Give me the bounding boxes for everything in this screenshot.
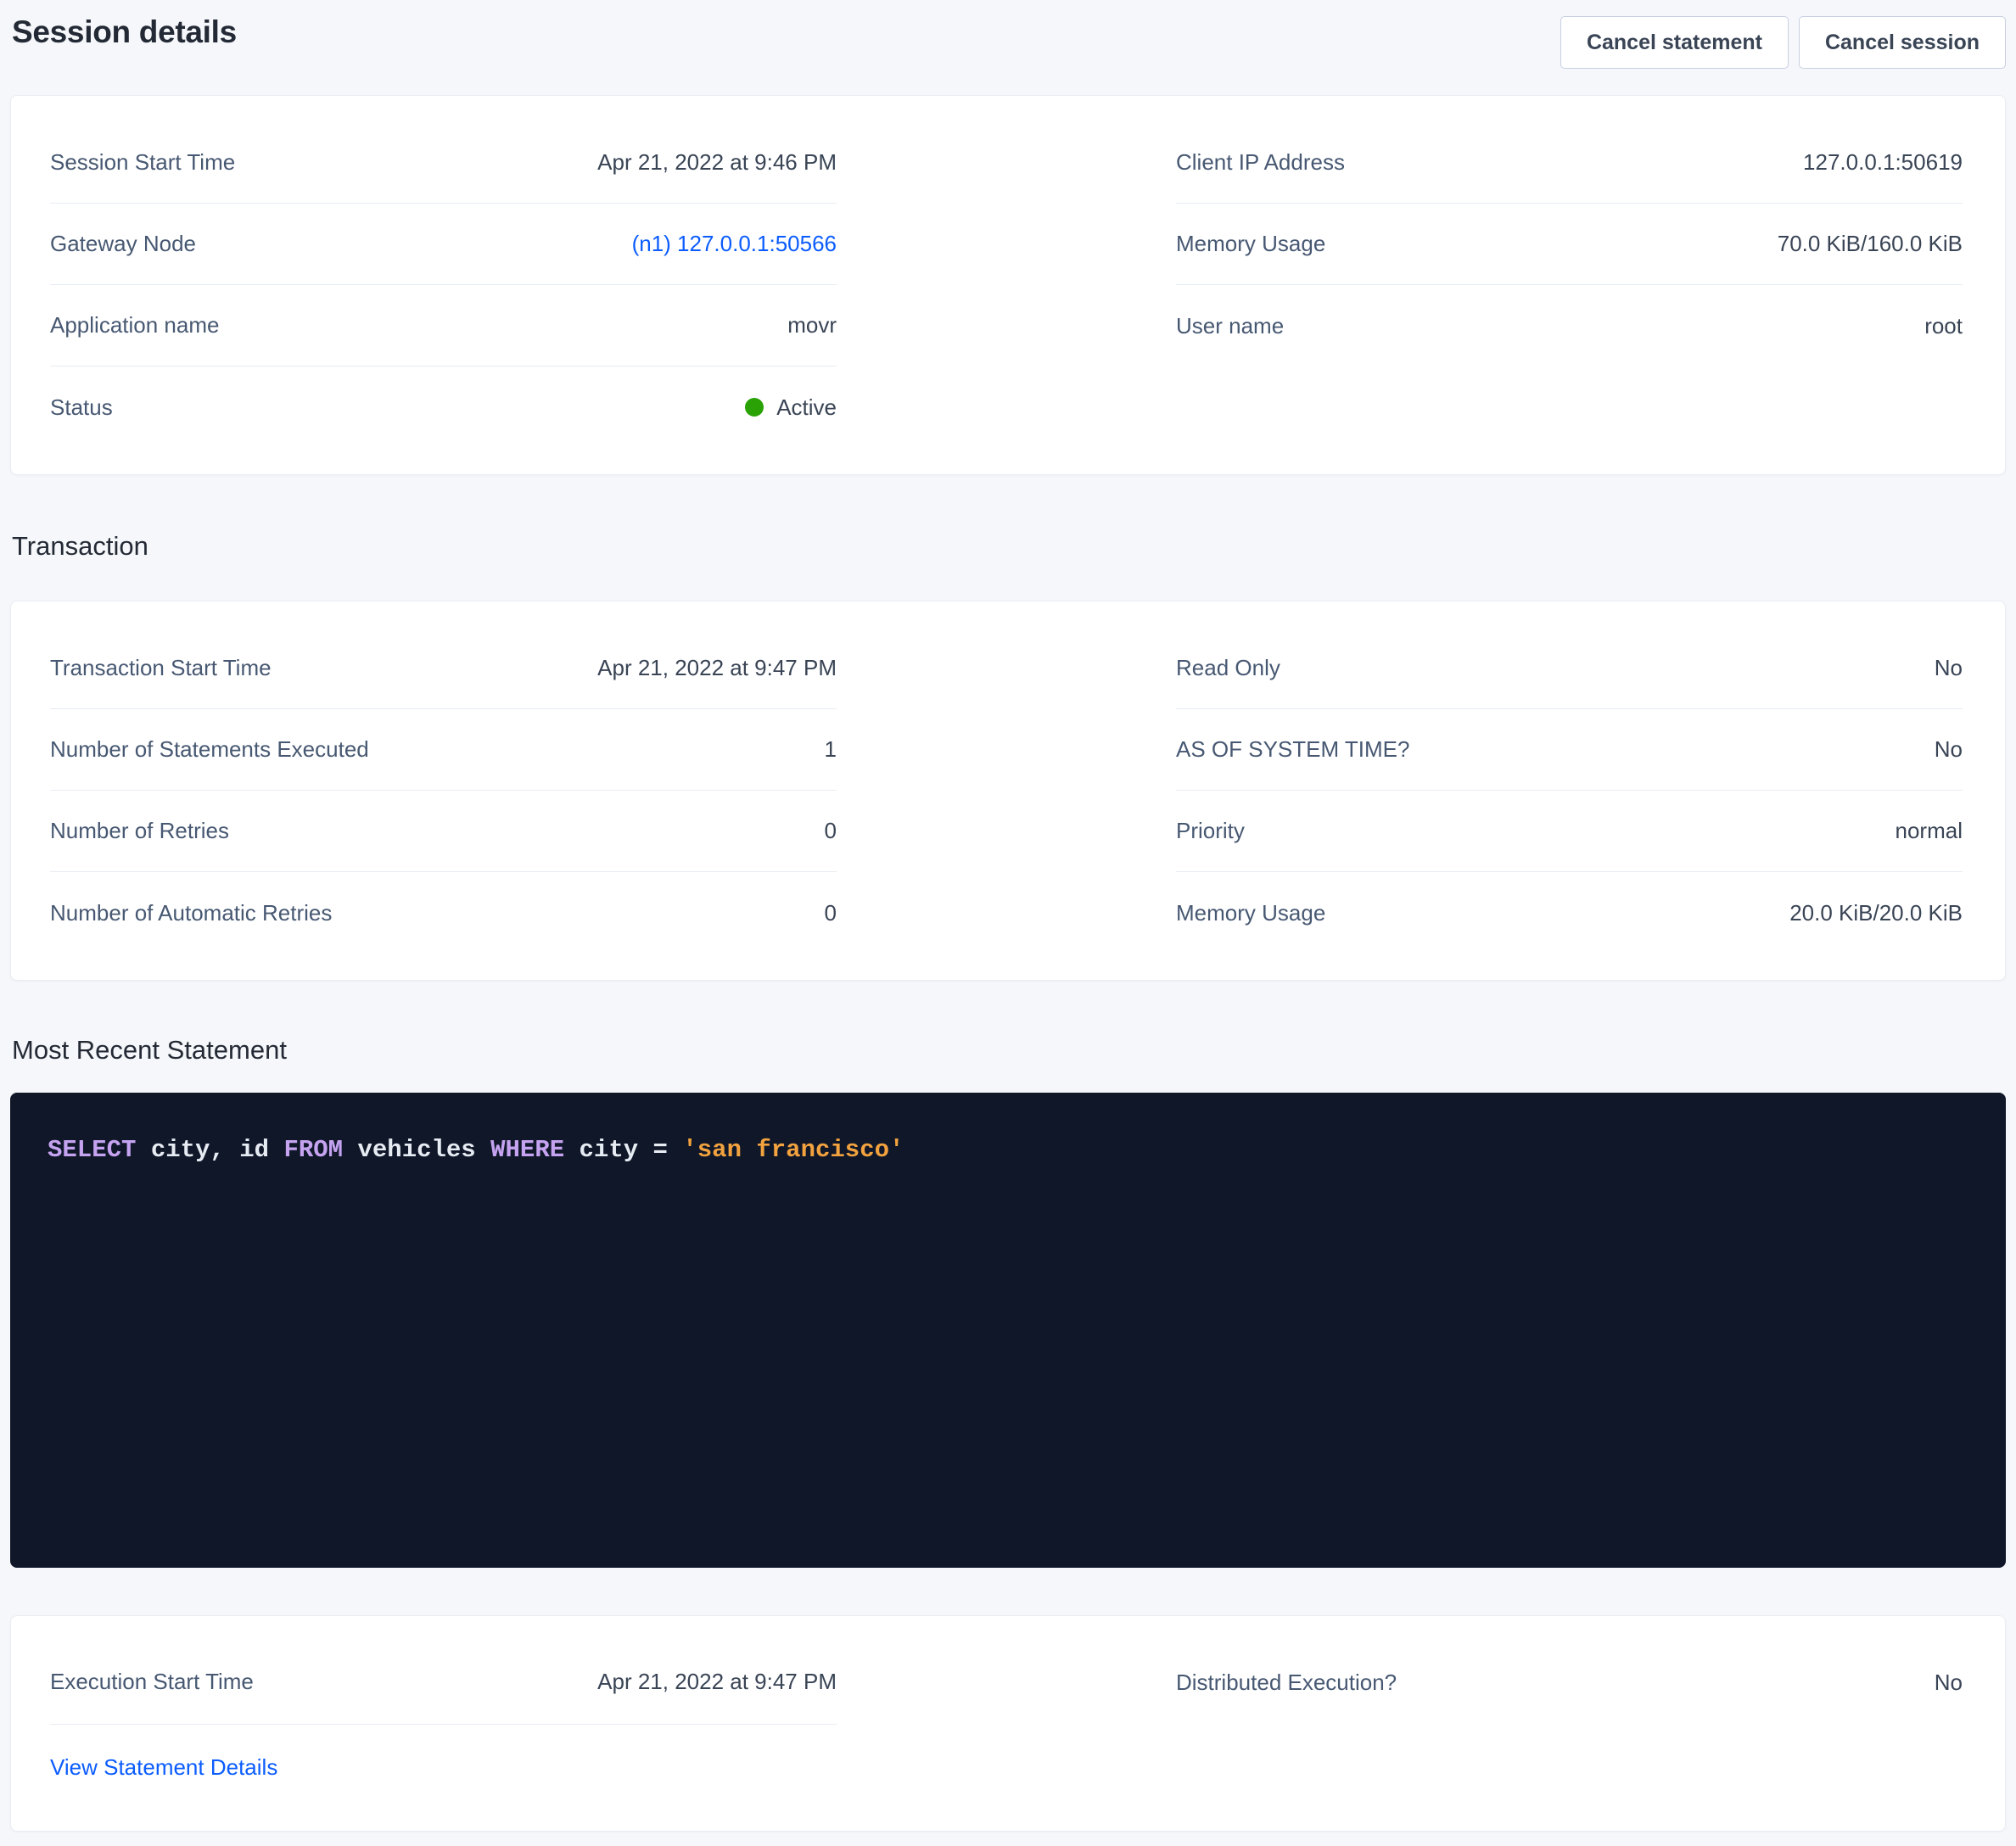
session-summary-right-column: Client IP Address 127.0.0.1:50619 Memory U… <box>1176 122 1963 448</box>
view-statement-details-link[interactable]: View Statement Details <box>50 1754 277 1781</box>
row-label: AS OF SYSTEM TIME? <box>1176 736 1409 763</box>
detail-row: Status Active <box>50 366 837 448</box>
detail-row: Number of Retries 0 <box>50 791 837 872</box>
row-value: movr <box>787 312 837 338</box>
row-value: 70.0 KiB/160.0 KiB <box>1778 231 1963 257</box>
row-label: Client IP Address <box>1176 149 1345 176</box>
sql-token-string: 'san francisco' <box>682 1136 904 1164</box>
row-label: Memory Usage <box>1176 231 1325 257</box>
detail-row: Number of Statements Executed 1 <box>50 709 837 791</box>
sql-token-keyword: WHERE <box>490 1136 564 1164</box>
row-value: 1 <box>825 736 837 763</box>
detail-row: Client IP Address 127.0.0.1:50619 <box>1176 122 1963 204</box>
transaction-card: Transaction Start Time Apr 21, 2022 at 9:… <box>10 601 2006 981</box>
detail-row: Gateway Node (n1) 127.0.0.1:50566 <box>50 204 837 285</box>
row-value: 0 <box>825 900 837 926</box>
row-value: 20.0 KiB/20.0 KiB <box>1789 900 1963 926</box>
row-value: No <box>1935 655 1963 681</box>
transaction-heading: Transaction <box>12 529 2006 563</box>
page-title: Session details <box>12 12 237 53</box>
detail-row: Memory Usage 20.0 KiB/20.0 KiB <box>1176 872 1963 954</box>
session-details-page: Session details Cancel statement Cancel … <box>0 0 2016 1846</box>
session-summary-left-column: Session Start Time Apr 21, 2022 at 9:46 P… <box>50 122 837 448</box>
row-label: Number of Automatic Retries <box>50 900 332 926</box>
row-label: Distributed Execution? <box>1176 1670 1397 1696</box>
session-summary-grid: Session Start Time Apr 21, 2022 at 9:46 P… <box>11 96 2005 474</box>
detail-row: Transaction Start Time Apr 21, 2022 at 9:… <box>50 628 837 709</box>
execution-card: Execution Start Time Apr 21, 2022 at 9:4… <box>10 1615 2006 1832</box>
gateway-node-link[interactable]: (n1) 127.0.0.1:50566 <box>632 231 837 257</box>
detail-row: Session Start Time Apr 21, 2022 at 9:46 P… <box>50 122 837 204</box>
sql-token-keyword: SELECT <box>48 1136 136 1164</box>
session-summary-card: Session Start Time Apr 21, 2022 at 9:46 P… <box>10 95 2006 475</box>
row-value: Apr 21, 2022 at 9:47 PM <box>597 655 837 681</box>
transaction-left-column: Transaction Start Time Apr 21, 2022 at 9:… <box>50 628 837 954</box>
detail-row: Priority normal <box>1176 791 1963 872</box>
sql-statement: SELECT city, id FROM vehicles WHERE city… <box>48 1133 1968 1167</box>
sql-token-plain: vehicles <box>343 1136 490 1164</box>
detail-row: Read Only No <box>1176 628 1963 709</box>
row-label: Memory Usage <box>1176 900 1325 926</box>
row-label: Read Only <box>1176 655 1280 681</box>
cancel-statement-button[interactable]: Cancel statement <box>1560 16 1789 69</box>
session-status: Active <box>745 394 837 421</box>
row-value: root <box>1924 313 1963 339</box>
status-active-dot <box>745 398 764 417</box>
detail-row: User name root <box>1176 285 1963 366</box>
detail-row: Memory Usage 70.0 KiB/160.0 KiB <box>1176 204 1963 285</box>
view-statement-details-row: View Statement Details <box>50 1725 837 1810</box>
execution-left-column: Execution Start Time Apr 21, 2022 at 9:4… <box>50 1640 837 1810</box>
sql-token-plain: city = <box>564 1136 682 1164</box>
sql-token-plain: city, id <box>136 1136 283 1164</box>
detail-row: Application name movr <box>50 285 837 366</box>
row-label: Number of Statements Executed <box>50 736 369 763</box>
row-value: No <box>1935 736 1963 763</box>
detail-row: AS OF SYSTEM TIME? No <box>1176 709 1963 791</box>
cancel-session-button[interactable]: Cancel session <box>1799 16 2006 69</box>
row-value: Apr 21, 2022 at 9:47 PM <box>597 1669 837 1695</box>
row-value: normal <box>1896 818 1963 844</box>
detail-row: Execution Start Time Apr 21, 2022 at 9:4… <box>50 1640 837 1725</box>
row-label: User name <box>1176 313 1284 339</box>
execution-grid: Execution Start Time Apr 21, 2022 at 9:4… <box>11 1616 2005 1831</box>
sql-statement-box: SELECT city, id FROM vehicles WHERE city… <box>10 1093 2006 1568</box>
row-label: Status <box>50 394 113 421</box>
most-recent-statement-heading: Most Recent Statement <box>12 1033 2006 1067</box>
row-label: Number of Retries <box>50 818 229 844</box>
row-value: Apr 21, 2022 at 9:46 PM <box>597 149 837 176</box>
row-label: Priority <box>1176 818 1245 844</box>
row-value: No <box>1935 1670 1963 1696</box>
row-value: 0 <box>825 818 837 844</box>
transaction-grid: Transaction Start Time Apr 21, 2022 at 9:… <box>11 601 2005 980</box>
row-label: Transaction Start Time <box>50 655 272 681</box>
row-label: Execution Start Time <box>50 1669 254 1695</box>
status-text: Active <box>776 394 837 421</box>
execution-right-column: Distributed Execution? No <box>1176 1640 1963 1810</box>
page-header: Session details Cancel statement Cancel … <box>0 0 2016 53</box>
row-label: Gateway Node <box>50 231 196 257</box>
detail-row: Distributed Execution? No <box>1176 1640 1963 1725</box>
header-actions: Cancel statement Cancel session <box>1560 16 2006 69</box>
row-label: Application name <box>50 312 219 338</box>
transaction-right-column: Read Only No AS OF SYSTEM TIME? No Priority n… <box>1176 628 1963 954</box>
detail-row: Number of Automatic Retries 0 <box>50 872 837 954</box>
sql-token-keyword: FROM <box>283 1136 343 1164</box>
row-label: Session Start Time <box>50 149 235 176</box>
row-value: 127.0.0.1:50619 <box>1803 149 1963 176</box>
